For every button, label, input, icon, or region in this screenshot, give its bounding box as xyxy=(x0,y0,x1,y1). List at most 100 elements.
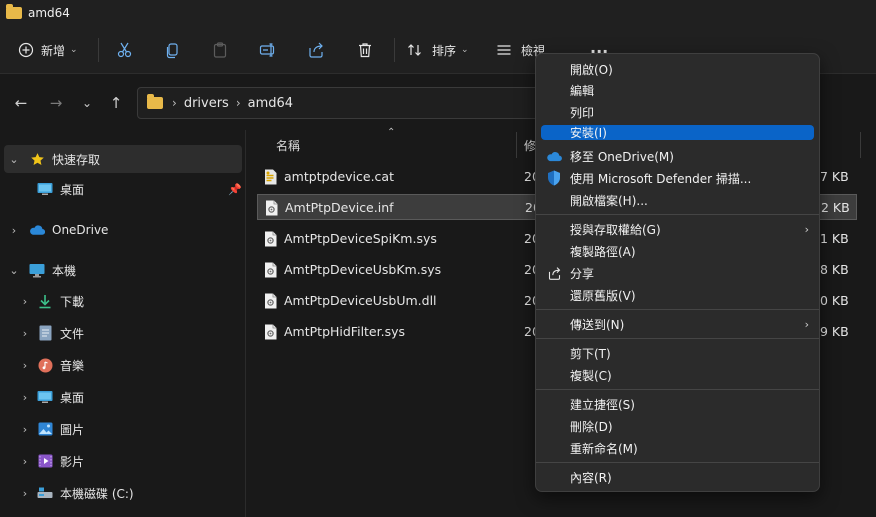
copy-icon xyxy=(166,43,178,59)
chevron-down-icon: ⌄ xyxy=(70,45,78,55)
arrow-up-icon: ↑ xyxy=(109,94,123,112)
new-button[interactable]: 新增 ⌄ xyxy=(18,36,78,64)
menu-item-edit[interactable]: 編輯 xyxy=(541,80,814,100)
sidebar-item-quick-access[interactable]: ⌄ 快速存取 xyxy=(4,145,242,173)
menu-separator xyxy=(536,338,819,339)
breadcrumb-amd64[interactable]: amd64 xyxy=(248,96,293,111)
menu-item-label: 複製(C) xyxy=(570,368,612,383)
sidebar-item-desktop-quick[interactable]: 桌面 📌 xyxy=(4,175,242,203)
back-button[interactable]: ← xyxy=(10,92,32,114)
menu-separator xyxy=(536,214,819,215)
chevron-right-icon: › xyxy=(22,486,28,500)
sidebar-item-label: 圖片 xyxy=(60,422,85,437)
catalog-file-icon xyxy=(265,169,277,185)
download-icon xyxy=(37,293,53,309)
menu-item-print[interactable]: 列印 xyxy=(541,102,814,122)
column-divider[interactable] xyxy=(860,132,861,158)
menu-item-cut[interactable]: 剪下(T) xyxy=(541,343,814,363)
chevron-right-icon: › xyxy=(235,96,241,110)
menu-item-label: 複製路徑(A) xyxy=(570,244,636,259)
chevron-right-icon: › xyxy=(804,222,809,236)
share-icon xyxy=(546,265,562,281)
menu-item-send-to[interactable]: 傳送到(N) › xyxy=(541,314,814,334)
sidebar-item-videos[interactable]: › 影片 xyxy=(4,447,242,475)
column-header-name[interactable]: 名稱 xyxy=(276,137,300,154)
up-button[interactable]: ↑ xyxy=(105,92,127,114)
share-button[interactable] xyxy=(307,36,325,64)
recent-locations-button[interactable]: ⌄ xyxy=(76,92,98,114)
menu-item-copy-path[interactable]: 複製路徑(A) xyxy=(541,241,814,261)
sidebar-item-downloads[interactable]: › 下載 xyxy=(4,287,242,315)
drive-icon xyxy=(37,485,53,501)
menu-item-copy[interactable]: 複製(C) xyxy=(541,365,814,385)
file-name: AmtPtpDevice.inf xyxy=(285,200,394,215)
chevron-up-icon: ⌃ xyxy=(387,127,396,138)
file-name: AmtPtpHidFilter.sys xyxy=(284,324,406,339)
menu-item-label: 列印 xyxy=(570,105,595,120)
menu-item-label: 內容(R) xyxy=(570,470,612,485)
context-menu: 開啟(O) 編輯 列印 安裝(I) 移至 OneDrive(M) 使用 Micr… xyxy=(535,53,820,492)
cut-button[interactable] xyxy=(116,36,134,64)
navigation-pane: ⌄ 快速存取 桌面 📌 › OneDrive ⌄ 本機 › 下載 › 文件 › … xyxy=(0,130,246,517)
address-bar[interactable]: › drivers › amd64 xyxy=(137,87,557,119)
menu-item-defender-scan[interactable]: 使用 Microsoft Defender 掃描... xyxy=(541,168,814,188)
menu-item-label: 授與存取權給(G) xyxy=(570,222,661,237)
menu-separator xyxy=(536,309,819,310)
desktop-icon xyxy=(37,389,53,405)
breadcrumb-drivers[interactable]: drivers xyxy=(184,96,229,111)
computer-icon xyxy=(29,262,45,278)
trash-icon xyxy=(359,43,371,58)
column-header-label: 名稱 xyxy=(276,139,301,153)
chevron-right-icon: › xyxy=(22,294,28,308)
defender-shield-icon xyxy=(546,170,562,186)
sort-button[interactable]: 排序 ⌄ xyxy=(407,36,469,64)
menu-item-open[interactable]: 開啟(O) xyxy=(541,59,814,79)
menu-item-label: 分享 xyxy=(570,266,595,281)
menu-item-label: 開啟(O) xyxy=(570,62,613,77)
scissors-icon xyxy=(117,42,132,58)
arrow-right-icon: → xyxy=(49,94,63,112)
menu-item-open-file[interactable]: 開啟檔案(H)... xyxy=(541,190,814,210)
sidebar-item-local-disk[interactable]: › 本機磁碟 (C:) xyxy=(4,479,242,507)
chevron-right-icon: › xyxy=(804,317,809,331)
new-label: 新增 xyxy=(41,43,66,58)
menu-item-label: 安裝(I) xyxy=(570,126,607,140)
menu-item-install[interactable]: 安裝(I) xyxy=(541,125,814,140)
menu-item-label: 重新命名(M) xyxy=(570,441,638,456)
sidebar-item-label: 文件 xyxy=(60,326,85,341)
sidebar-item-this-pc[interactable]: ⌄ 本機 xyxy=(4,256,242,284)
sidebar-item-onedrive[interactable]: › OneDrive xyxy=(4,216,242,244)
chevron-down-icon: ⌄ xyxy=(9,152,19,166)
sidebar-item-label: 音樂 xyxy=(60,358,85,373)
delete-button[interactable] xyxy=(356,36,374,64)
sidebar-item-documents[interactable]: › 文件 xyxy=(4,319,242,347)
sidebar-item-desktop[interactable]: › 桌面 xyxy=(4,383,242,411)
star-icon xyxy=(29,151,45,167)
menu-item-move-to-onedrive[interactable]: 移至 OneDrive(M) xyxy=(541,146,814,166)
menu-item-label: 刪除(D) xyxy=(570,419,613,434)
setup-info-file-icon xyxy=(266,200,278,216)
paste-button[interactable] xyxy=(211,36,229,64)
pin-icon[interactable]: 📌 xyxy=(228,183,242,196)
menu-item-label: 編輯 xyxy=(570,83,595,98)
chevron-right-icon: › xyxy=(22,326,28,340)
menu-item-rename[interactable]: 重新命名(M) xyxy=(541,438,814,458)
forward-button[interactable]: → xyxy=(45,92,67,114)
menu-item-share[interactable]: 分享 xyxy=(541,263,814,283)
sidebar-item-music[interactable]: › 音樂 xyxy=(4,351,242,379)
music-icon xyxy=(37,357,53,373)
menu-item-restore-versions[interactable]: 還原舊版(V) xyxy=(541,285,814,305)
chevron-right-icon: › xyxy=(11,223,17,237)
sidebar-item-pictures[interactable]: › 圖片 xyxy=(4,415,242,443)
column-divider[interactable] xyxy=(516,132,517,158)
menu-item-label: 還原舊版(V) xyxy=(570,288,636,303)
copy-button[interactable] xyxy=(164,36,182,64)
rename-button[interactable] xyxy=(259,36,277,64)
menu-item-create-shortcut[interactable]: 建立捷徑(S) xyxy=(541,394,814,414)
menu-item-label: 開啟檔案(H)... xyxy=(570,193,648,208)
menu-item-properties[interactable]: 內容(R) xyxy=(541,467,814,487)
menu-item-label: 使用 Microsoft Defender 掃描... xyxy=(570,171,752,186)
menu-item-label: 剪下(T) xyxy=(570,346,611,361)
menu-item-delete[interactable]: 刪除(D) xyxy=(541,416,814,436)
menu-item-give-access[interactable]: 授與存取權給(G) › xyxy=(541,219,814,239)
